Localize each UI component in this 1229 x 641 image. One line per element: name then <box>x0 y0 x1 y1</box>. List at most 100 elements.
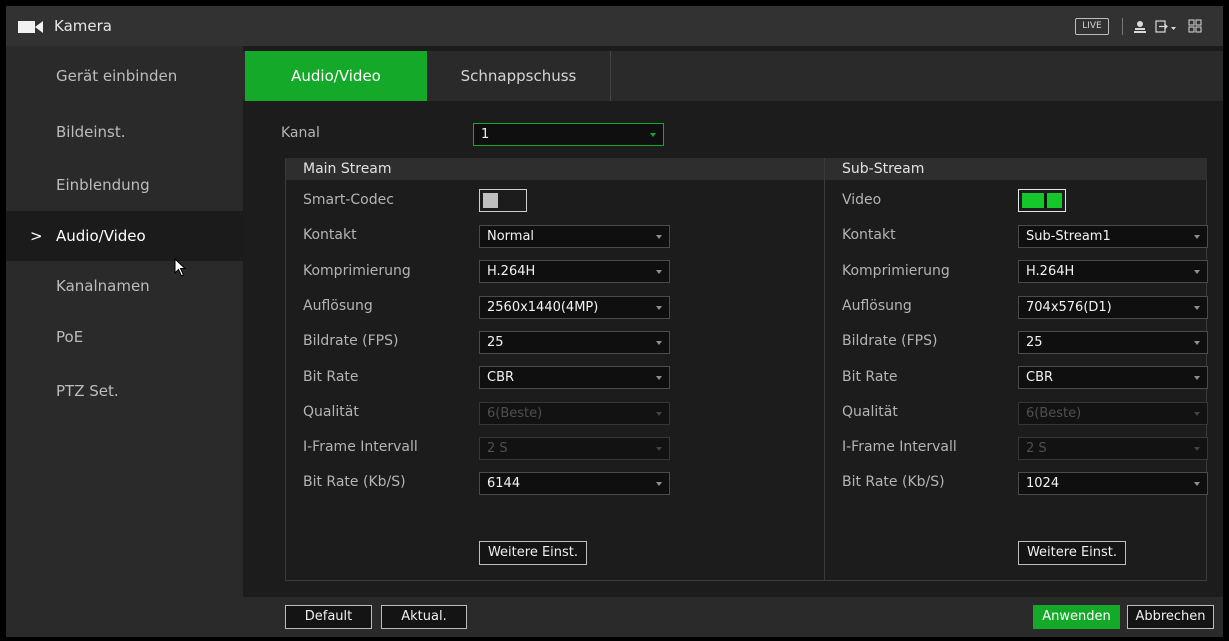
toggle-knob <box>483 193 498 208</box>
sub-fps-select[interactable]: 25 <box>1018 331 1208 354</box>
sub-contact-select[interactable]: Sub-Stream1 <box>1018 225 1208 248</box>
footer-bar: Default Aktual. Anwenden Abbrechen <box>243 597 1223 637</box>
main-fps-value: 25 <box>487 335 504 350</box>
sidebar-item-kanalnamen[interactable]: Kanalnamen <box>6 261 243 311</box>
grid-icon[interactable] <box>1188 19 1202 33</box>
user-icon[interactable] <box>1134 20 1146 33</box>
sub-bitrate-type-label: Bit Rate <box>842 369 898 385</box>
main-compression-label: Komprimierung <box>303 263 411 279</box>
logout-icon[interactable] <box>1155 20 1177 33</box>
main-bitrate-type-label: Bit Rate <box>303 369 359 385</box>
sub-bitrate-type-select[interactable]: CBR <box>1018 366 1208 389</box>
sub-resolution-select[interactable]: 704x576(D1) <box>1018 296 1208 319</box>
sub-fps-value: 25 <box>1026 335 1043 350</box>
sidebar-item-label: PoE <box>56 328 84 346</box>
tab-bar: Audio/Video Schnappschuss <box>243 51 1223 101</box>
camera-icon <box>18 21 43 33</box>
dropdown-arrow-icon <box>1194 235 1200 239</box>
main-more-settings-button[interactable]: Weitere Einst. <box>479 541 587 565</box>
sidebar-item-audio-video[interactable]: > Audio/Video <box>6 211 243 261</box>
main-compression-value: H.264H <box>487 264 536 279</box>
sub-iframe-value: 2 S <box>1026 441 1047 456</box>
smart-codec-toggle[interactable] <box>479 189 527 212</box>
dropdown-arrow-icon <box>656 482 662 486</box>
tab-schnappschuss[interactable]: Schnappschuss <box>427 51 611 101</box>
main-resolution-select[interactable]: 2560x1440(4MP) <box>479 296 670 319</box>
mouse-cursor-icon <box>174 258 187 277</box>
app-window: Kamera LIVE Gerät einbinden Bildeinst. E… <box>6 6 1223 637</box>
main-bitrate-type-value: CBR <box>487 370 515 385</box>
main-quality-select: 6(Beste) <box>479 402 670 425</box>
dropdown-arrow-icon <box>1194 412 1200 416</box>
settings-content: Kanal 1 Main Stream Smart-Codec Kontakt … <box>243 101 1223 597</box>
sub-quality-select: 6(Beste) <box>1018 402 1208 425</box>
main-iframe-value: 2 S <box>487 441 508 456</box>
cancel-button[interactable]: Abbrechen <box>1127 605 1214 629</box>
sidebar-item-label: Gerät einbinden <box>56 67 178 85</box>
sidebar: Gerät einbinden Bildeinst. Einblendung >… <box>6 46 243 637</box>
main-bitrate-select[interactable]: 6144 <box>479 472 670 495</box>
channel-select[interactable]: 1 <box>473 123 664 146</box>
dropdown-arrow-icon <box>656 235 662 239</box>
dropdown-arrow-icon <box>1194 447 1200 451</box>
main-fps-label: Bildrate (FPS) <box>303 333 399 349</box>
sidebar-item-einblendung[interactable]: Einblendung <box>6 160 243 210</box>
refresh-button[interactable]: Aktual. <box>381 605 467 629</box>
main-compression-select[interactable]: H.264H <box>479 260 670 283</box>
app-title: Kamera <box>54 17 112 35</box>
sub-quality-label: Qualität <box>842 404 898 420</box>
main-contact-value: Normal <box>487 229 535 244</box>
main-bitrate-label: Bit Rate (Kb/S) <box>303 474 406 490</box>
sub-stream-panel: Sub-Stream Video Kontakt Sub-Stream1 Kom… <box>824 158 1208 581</box>
sub-iframe-select: 2 S <box>1018 437 1208 460</box>
main-iframe-label: I-Frame Intervall <box>303 439 418 455</box>
main-fps-select[interactable]: 25 <box>479 331 670 354</box>
sidebar-item-bildeinst[interactable]: Bildeinst. <box>6 107 243 157</box>
chevron-right-icon: > <box>30 227 43 245</box>
sub-stream-title: Sub-Stream <box>825 158 1207 180</box>
sidebar-item-ptz-set[interactable]: PTZ Set. <box>6 366 243 416</box>
dropdown-arrow-icon <box>656 447 662 451</box>
toolbar-divider <box>1122 18 1123 35</box>
main-bitrate-type-select[interactable]: CBR <box>479 366 670 389</box>
main-stream-title: Main Stream <box>286 158 825 180</box>
channel-label: Kanal <box>281 125 320 141</box>
main-resolution-value: 2560x1440(4MP) <box>487 300 599 315</box>
sidebar-item-poe[interactable]: PoE <box>6 312 243 362</box>
live-button[interactable]: LIVE <box>1075 18 1109 35</box>
main-contact-label: Kontakt <box>303 227 357 243</box>
dropdown-arrow-icon <box>656 376 662 380</box>
main-stream-panel: Main Stream Smart-Codec Kontakt Normal K… <box>285 158 825 581</box>
sub-compression-select[interactable]: H.264H <box>1018 260 1208 283</box>
title-bar: Kamera LIVE <box>6 6 1223 46</box>
main-resolution-label: Auflösung <box>303 298 373 314</box>
sidebar-item-label: PTZ Set. <box>56 382 119 400</box>
sidebar-item-label: Audio/Video <box>56 227 146 245</box>
main-quality-label: Qualität <box>303 404 359 420</box>
sidebar-item-label: Einblendung <box>56 176 150 194</box>
toggle-knob <box>1022 193 1062 208</box>
tab-audio-video[interactable]: Audio/Video <box>245 51 427 101</box>
dropdown-arrow-icon <box>1194 376 1200 380</box>
main-iframe-select: 2 S <box>479 437 670 460</box>
sub-video-label: Video <box>842 192 882 208</box>
sub-bitrate-label: Bit Rate (Kb/S) <box>842 474 945 490</box>
channel-value: 1 <box>481 127 490 142</box>
sidebar-item-label: Kanalnamen <box>56 277 150 295</box>
sub-more-settings-button[interactable]: Weitere Einst. <box>1018 541 1126 565</box>
smart-codec-label: Smart-Codec <box>303 192 394 208</box>
default-button[interactable]: Default <box>285 605 372 629</box>
sub-bitrate-select[interactable]: 1024 <box>1018 472 1208 495</box>
sidebar-item-geraet-einbinden[interactable]: Gerät einbinden <box>6 51 243 101</box>
apply-button[interactable]: Anwenden <box>1033 605 1120 629</box>
sub-contact-label: Kontakt <box>842 227 896 243</box>
dropdown-arrow-icon <box>656 341 662 345</box>
dropdown-arrow-icon <box>1194 482 1200 486</box>
sub-compression-value: H.264H <box>1026 264 1075 279</box>
main-quality-value: 6(Beste) <box>487 406 543 421</box>
dropdown-arrow-icon <box>1194 306 1200 310</box>
sub-quality-value: 6(Beste) <box>1026 406 1082 421</box>
dropdown-arrow-icon <box>650 133 656 137</box>
sub-video-toggle[interactable] <box>1018 189 1066 212</box>
main-contact-select[interactable]: Normal <box>479 225 670 248</box>
